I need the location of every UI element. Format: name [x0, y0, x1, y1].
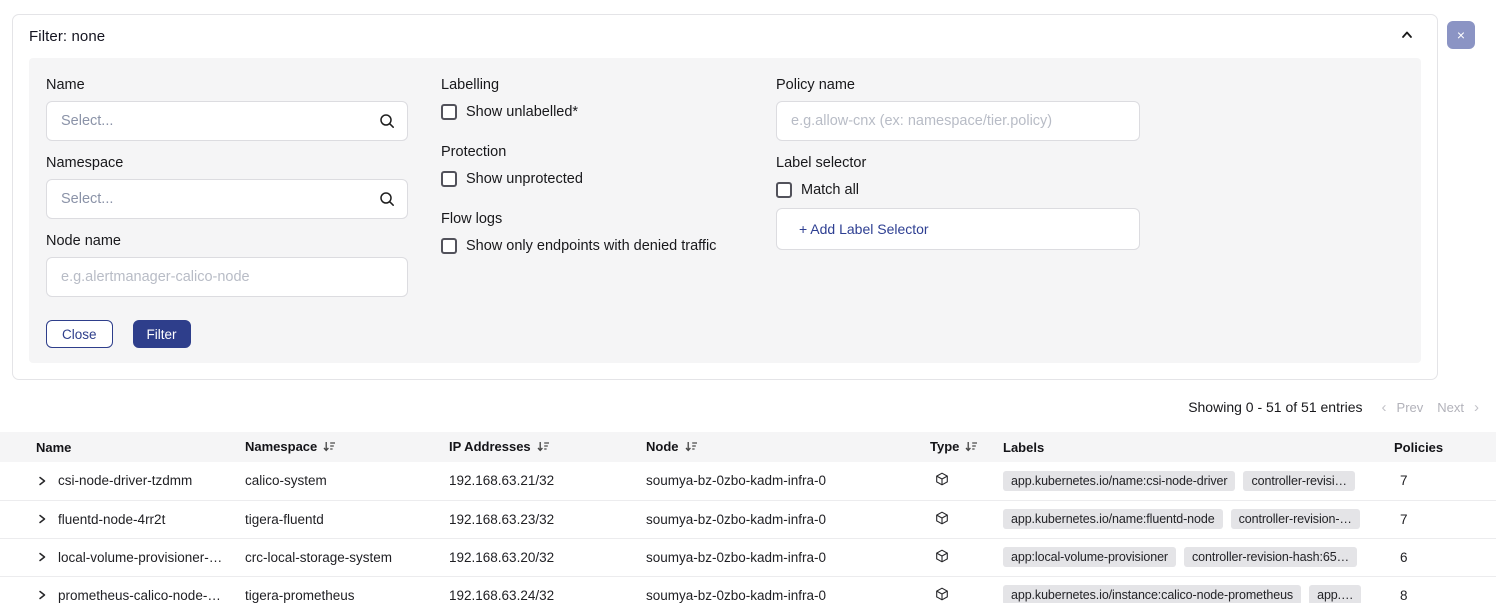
endpoint-node: soumya-bz-0zbo-kadm-infra-0	[646, 550, 826, 565]
label-chip: app.kubernetes.io/instance:calico-node-p…	[1003, 585, 1301, 603]
table-row: csi-node-driver-tzdmm calico-system 192.…	[0, 462, 1496, 500]
endpoint-name[interactable]: prometheus-calico-node-…	[58, 588, 221, 603]
chevron-up-icon	[1399, 27, 1415, 46]
label-chip: app.kubernetes.io/name:fluentd-node	[1003, 509, 1223, 529]
label-chip: app:local-volume-provisioner	[1003, 547, 1176, 567]
workload-endpoint-cube-icon	[935, 589, 949, 603]
expand-row-chevron-right-icon[interactable]	[36, 589, 48, 601]
namespace-field-label: Namespace	[46, 155, 408, 172]
table-header-row: Name Namespace IP Addresses Node Type La…	[0, 432, 1496, 462]
close-icon: ×	[1457, 28, 1465, 42]
label-chip: app.…	[1309, 585, 1361, 603]
column-header-type[interactable]: Type	[930, 432, 1003, 462]
endpoint-ip: 192.168.63.21/32	[449, 473, 554, 488]
column-header-ip-addresses[interactable]: IP Addresses	[449, 432, 646, 462]
table-row: fluentd-node-4rr2t tigera-fluentd 192.16…	[0, 500, 1496, 538]
filter-column-left: Name Namespace Node name Close Filt	[46, 77, 408, 348]
show-unlabelled-checkbox[interactable]	[441, 104, 457, 120]
chevron-right-icon[interactable]: ›	[1471, 399, 1482, 416]
endpoint-namespace: tigera-prometheus	[245, 588, 355, 603]
search-icon	[378, 190, 396, 213]
name-select-input[interactable]	[46, 101, 408, 141]
match-all-checkbox[interactable]	[776, 182, 792, 198]
endpoint-name[interactable]: fluentd-node-4rr2t	[58, 512, 165, 527]
filter-panel: Filter: none Name Namespace	[12, 14, 1438, 380]
endpoints-table: Name Namespace IP Addresses Node Type La…	[0, 432, 1496, 603]
flow-logs-section-label: Flow logs	[441, 211, 771, 228]
endpoint-ip: 192.168.63.20/32	[449, 550, 554, 565]
prev-page-button[interactable]: Prev	[1390, 400, 1431, 415]
endpoint-policies-count: 6	[1400, 550, 1408, 565]
endpoint-policies-count: 7	[1400, 473, 1408, 488]
endpoint-namespace: calico-system	[245, 473, 327, 488]
search-icon	[378, 112, 396, 135]
close-button[interactable]: Close	[46, 320, 113, 348]
sort-icon[interactable]	[537, 440, 550, 456]
filter-column-middle: Labelling Show unlabelled* Protection Sh…	[441, 77, 771, 278]
node-name-field-label: Node name	[46, 233, 408, 250]
expand-row-chevron-right-icon[interactable]	[36, 475, 48, 487]
endpoint-policies-count: 8	[1400, 588, 1408, 603]
protection-section-label: Protection	[441, 144, 771, 161]
add-label-selector-button[interactable]: + Add Label Selector	[776, 208, 1140, 250]
name-field-label: Name	[46, 77, 408, 94]
filter-form: Name Namespace Node name Close Filt	[29, 58, 1421, 363]
next-page-button[interactable]: Next	[1430, 400, 1471, 415]
chevron-left-icon[interactable]: ‹	[1379, 399, 1390, 416]
endpoint-name[interactable]: local-volume-provisioner-…	[58, 550, 222, 565]
endpoint-node: soumya-bz-0zbo-kadm-infra-0	[646, 512, 826, 527]
filter-button[interactable]: Filter	[133, 320, 191, 348]
label-chip: controller-revision-hash:65…	[1184, 547, 1357, 567]
filter-column-right: Policy name Label selector Match all + A…	[776, 77, 1140, 250]
endpoint-node: soumya-bz-0zbo-kadm-infra-0	[646, 473, 826, 488]
show-unprotected-label: Show unprotected	[466, 171, 583, 187]
filter-panel-header: Filter: none	[13, 15, 1437, 58]
endpoint-namespace: tigera-fluentd	[245, 512, 324, 527]
table-row: prometheus-calico-node-… tigera-promethe…	[0, 576, 1496, 603]
endpoint-namespace: crc-local-storage-system	[245, 550, 392, 565]
sort-icon[interactable]	[323, 440, 336, 456]
entries-summary: Showing 0 - 51 of 51 entries	[1188, 399, 1362, 415]
sort-icon[interactable]	[965, 440, 978, 456]
endpoint-name[interactable]: csi-node-driver-tzdmm	[58, 473, 192, 488]
label-chip: app.kubernetes.io/name:csi-node-driver	[1003, 471, 1235, 491]
dismiss-panel-button[interactable]: ×	[1447, 21, 1475, 49]
filter-panel-title: Filter: none	[29, 28, 105, 45]
endpoint-ip: 192.168.63.24/32	[449, 588, 554, 603]
label-chip: controller-revision-…	[1231, 509, 1360, 529]
collapse-panel-button[interactable]	[1399, 27, 1415, 46]
column-header-name[interactable]: Name	[0, 432, 245, 462]
endpoint-node: soumya-bz-0zbo-kadm-infra-0	[646, 588, 826, 603]
show-denied-traffic-label: Show only endpoints with denied traffic	[466, 238, 716, 254]
workload-endpoint-cube-icon	[935, 474, 949, 489]
label-chip: controller-revisi…	[1243, 471, 1354, 491]
match-all-label: Match all	[801, 182, 859, 198]
show-unprotected-checkbox[interactable]	[441, 171, 457, 187]
endpoint-policies-count: 7	[1400, 512, 1408, 527]
column-header-namespace[interactable]: Namespace	[245, 432, 449, 462]
column-header-node[interactable]: Node	[646, 432, 930, 462]
node-name-input[interactable]	[46, 257, 408, 297]
policy-name-field-label: Policy name	[776, 77, 1140, 94]
pagination: Showing 0 - 51 of 51 entries ‹ Prev Next…	[1188, 397, 1482, 417]
sort-icon[interactable]	[685, 440, 698, 456]
table-row: local-volume-provisioner-… crc-local-sto…	[0, 538, 1496, 576]
label-selector-section-label: Label selector	[776, 155, 1140, 172]
column-header-policies: Policies	[1394, 432, 1496, 462]
policy-name-input[interactable]	[776, 101, 1140, 141]
expand-row-chevron-right-icon[interactable]	[36, 551, 48, 563]
endpoint-ip: 192.168.63.23/32	[449, 512, 554, 527]
namespace-select-input[interactable]	[46, 179, 408, 219]
column-header-labels: Labels	[1003, 432, 1394, 462]
show-denied-traffic-checkbox[interactable]	[441, 238, 457, 254]
expand-row-chevron-right-icon[interactable]	[36, 513, 48, 525]
show-unlabelled-label: Show unlabelled*	[466, 104, 578, 120]
labelling-section-label: Labelling	[441, 77, 771, 94]
workload-endpoint-cube-icon	[935, 513, 949, 528]
workload-endpoint-cube-icon	[935, 551, 949, 566]
